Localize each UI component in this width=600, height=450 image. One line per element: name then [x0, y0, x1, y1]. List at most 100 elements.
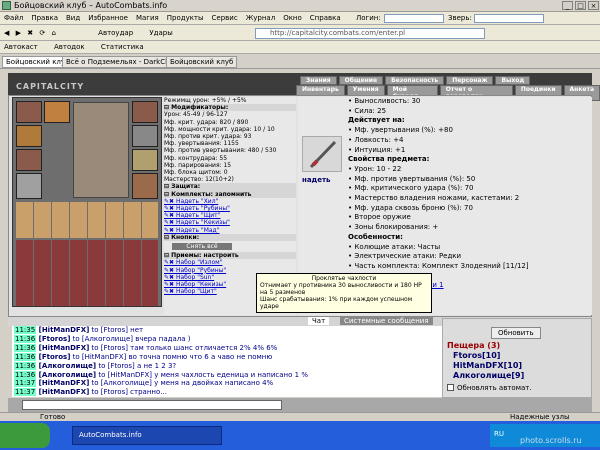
chat-line: 11:36 [HitManDFX] to [Ftoros] там только… — [14, 343, 442, 353]
menu-edit[interactable]: Правка — [31, 14, 58, 22]
refresh-icon[interactable]: ⟳ — [39, 25, 45, 41]
autocast-button[interactable]: Автокаст — [4, 41, 38, 54]
menu-journal[interactable]: Журнал — [246, 14, 275, 22]
menu-magic[interactable]: Магия — [136, 14, 159, 22]
menu-service[interactable]: Сервис — [212, 14, 238, 22]
chat-nick[interactable]: [Ftoros] — [36, 353, 71, 361]
stat-line: Мф. против крит. удара: 93 — [164, 133, 252, 141]
autodoc-button[interactable]: Автодок — [54, 41, 85, 54]
chat-time[interactable]: 11:37 — [14, 379, 37, 388]
chat-line: 11:35 [HitManDFX] to [Ftoros] нет — [14, 326, 442, 335]
slot-helmet[interactable] — [16, 101, 42, 123]
chat-line: 11:36 [Алкоголище] to [HitManDFX] у меня… — [14, 370, 442, 380]
udaty-button[interactable]: Удары — [149, 25, 172, 41]
chat-time[interactable]: 11:36 — [14, 334, 37, 343]
stat-line: Мф. парирования: 15 — [164, 161, 232, 169]
nav-knowledge[interactable]: Знания — [300, 76, 337, 85]
remove-all-button[interactable]: Снять всё — [172, 243, 232, 251]
user-item[interactable]: Алкоголище[9] — [453, 371, 524, 380]
slot-armor[interactable] — [16, 173, 42, 199]
nav-security[interactable]: Безопасность — [385, 76, 445, 85]
user-item[interactable]: Ftoros[10] — [453, 351, 500, 360]
chat-time[interactable]: 11:36 — [14, 370, 37, 379]
minimize-button[interactable]: _ — [562, 1, 573, 10]
tab-system[interactable]: Системные сообщения — [340, 317, 433, 325]
chat-nick[interactable]: [HitManDFX] — [36, 388, 90, 396]
chat-nick[interactable]: [HitManDFX] — [36, 379, 90, 387]
start-button[interactable] — [0, 423, 50, 448]
set-link[interactable]: ✎✖ Надеть "Мад" — [164, 227, 296, 234]
stat-line: Мф. увертывания: 1155 — [164, 140, 239, 148]
zver-select[interactable] — [474, 14, 544, 23]
back-button[interactable]: ◀ — [4, 25, 9, 41]
tab-combats-2[interactable]: Бойцовский клуб — [166, 56, 238, 68]
slot-amulet[interactable] — [16, 125, 42, 147]
forward-button[interactable]: ▶ — [16, 25, 21, 41]
chat-time[interactable]: 11:36 — [14, 352, 37, 361]
slot-weapon-right[interactable] — [132, 149, 158, 171]
chat-nick[interactable]: [Ftoros] — [36, 335, 71, 343]
refresh-button[interactable]: Обновить — [491, 327, 541, 339]
section-header[interactable]: ⊟ Комплекты: запомнить — [164, 190, 296, 198]
slot-earrings[interactable] — [44, 101, 70, 123]
nav-chat[interactable]: Общение — [338, 76, 384, 85]
maximize-button[interactable]: □ — [575, 1, 586, 10]
item-property: • Колющие атаки: Часты — [348, 242, 441, 251]
autoudar-button[interactable]: Автоудар — [98, 25, 133, 41]
chat-input[interactable] — [22, 400, 282, 410]
set-link[interactable]: ✎✖ Надеть "Кекизы" — [164, 219, 296, 226]
menubar: Файл Правка Вид Избранное Магия Продукты… — [0, 12, 600, 25]
taskbar: AutoCombats.info RU photo.scrolls.ru — [0, 421, 600, 450]
login-select[interactable] — [384, 14, 444, 23]
set-link[interactable]: ✎✖ Набор "Излом" — [164, 259, 296, 266]
ring-slots[interactable] — [16, 202, 158, 238]
tab-chat[interactable]: Чат — [308, 317, 330, 325]
slot-weapon-left[interactable] — [16, 149, 42, 171]
menu-window[interactable]: Окно — [283, 14, 302, 22]
slot-boots[interactable] — [132, 173, 158, 199]
chat-time[interactable]: 11:37 — [14, 388, 37, 397]
home-icon[interactable]: ⌂ — [51, 25, 55, 41]
section-header[interactable]: ⊟ Приемы: настроить — [164, 252, 296, 260]
chat-log: 11:35 [HitManDFX] to [Ftoros] нет 11:36 [… — [12, 326, 442, 397]
chat-line: 11:37 [HitManDFX] to [Алкоголище] у меня… — [14, 379, 442, 388]
chat-time[interactable]: 11:36 — [14, 343, 37, 352]
item-property: • Мастерство владения ножами, кастетами:… — [348, 194, 520, 203]
chat-nick[interactable]: [HitManDFX] — [36, 326, 90, 334]
chat-nick[interactable]: [HitManDFX] — [36, 344, 90, 352]
section-header[interactable]: ⊟ Защита: — [164, 183, 296, 191]
auto-refresh-checkbox[interactable] — [447, 384, 454, 391]
user-item[interactable]: HitManDFX[10] — [453, 361, 522, 370]
slot-shield[interactable] — [132, 125, 158, 147]
chat-time[interactable]: 11:35 — [14, 326, 37, 334]
address-input[interactable]: http://capitalcity.combats.com/enter.pl — [255, 28, 485, 39]
dagger-icon — [309, 140, 337, 169]
section-header[interactable]: ⊟ Модификаторы: — [164, 104, 296, 112]
set-link[interactable]: ✎✖ Надеть "Щит" — [164, 212, 296, 219]
item-property: • Электрические атаки: Редки — [348, 252, 462, 261]
put-on-link[interactable]: надеть — [302, 176, 330, 184]
task-autocombats[interactable]: AutoCombats.info — [72, 426, 222, 445]
set-link[interactable]: ✎✖ Надеть "Хил" — [164, 198, 296, 205]
chat-input-bar — [8, 398, 592, 412]
lang-indicator[interactable]: RU — [494, 430, 504, 438]
chat-line: 11:36 [Ftoros] to [HitManDFX] во точна п… — [14, 352, 442, 362]
menu-file[interactable]: Файл — [4, 14, 23, 22]
chat-nick[interactable]: [Алкоголище] — [36, 371, 97, 379]
stop-icon[interactable]: ✖ — [27, 25, 33, 41]
section-header[interactable]: ⊟ Кнопки: — [164, 233, 296, 242]
nav-character[interactable]: Персонаж — [446, 76, 494, 85]
menu-view[interactable]: Вид — [66, 14, 80, 22]
belt-slots[interactable] — [16, 240, 158, 306]
chat-time[interactable]: 11:36 — [14, 361, 37, 370]
set-link[interactable]: ✎✖ Надеть "Рубины" — [164, 205, 296, 212]
close-button[interactable]: × — [588, 1, 599, 10]
stats-button[interactable]: Статистика — [101, 41, 144, 54]
chat-text: to [HitManDFX] во точна помню что 6 а ча… — [70, 352, 273, 361]
chat-nick[interactable]: [Алкоголище] — [36, 362, 97, 370]
slot-gloves[interactable] — [132, 101, 158, 123]
menu-favorites[interactable]: Избранное — [88, 14, 128, 22]
nav-exit[interactable]: Выход — [495, 76, 531, 85]
menu-help[interactable]: Справка — [310, 14, 341, 22]
menu-products[interactable]: Продукты — [167, 14, 204, 22]
